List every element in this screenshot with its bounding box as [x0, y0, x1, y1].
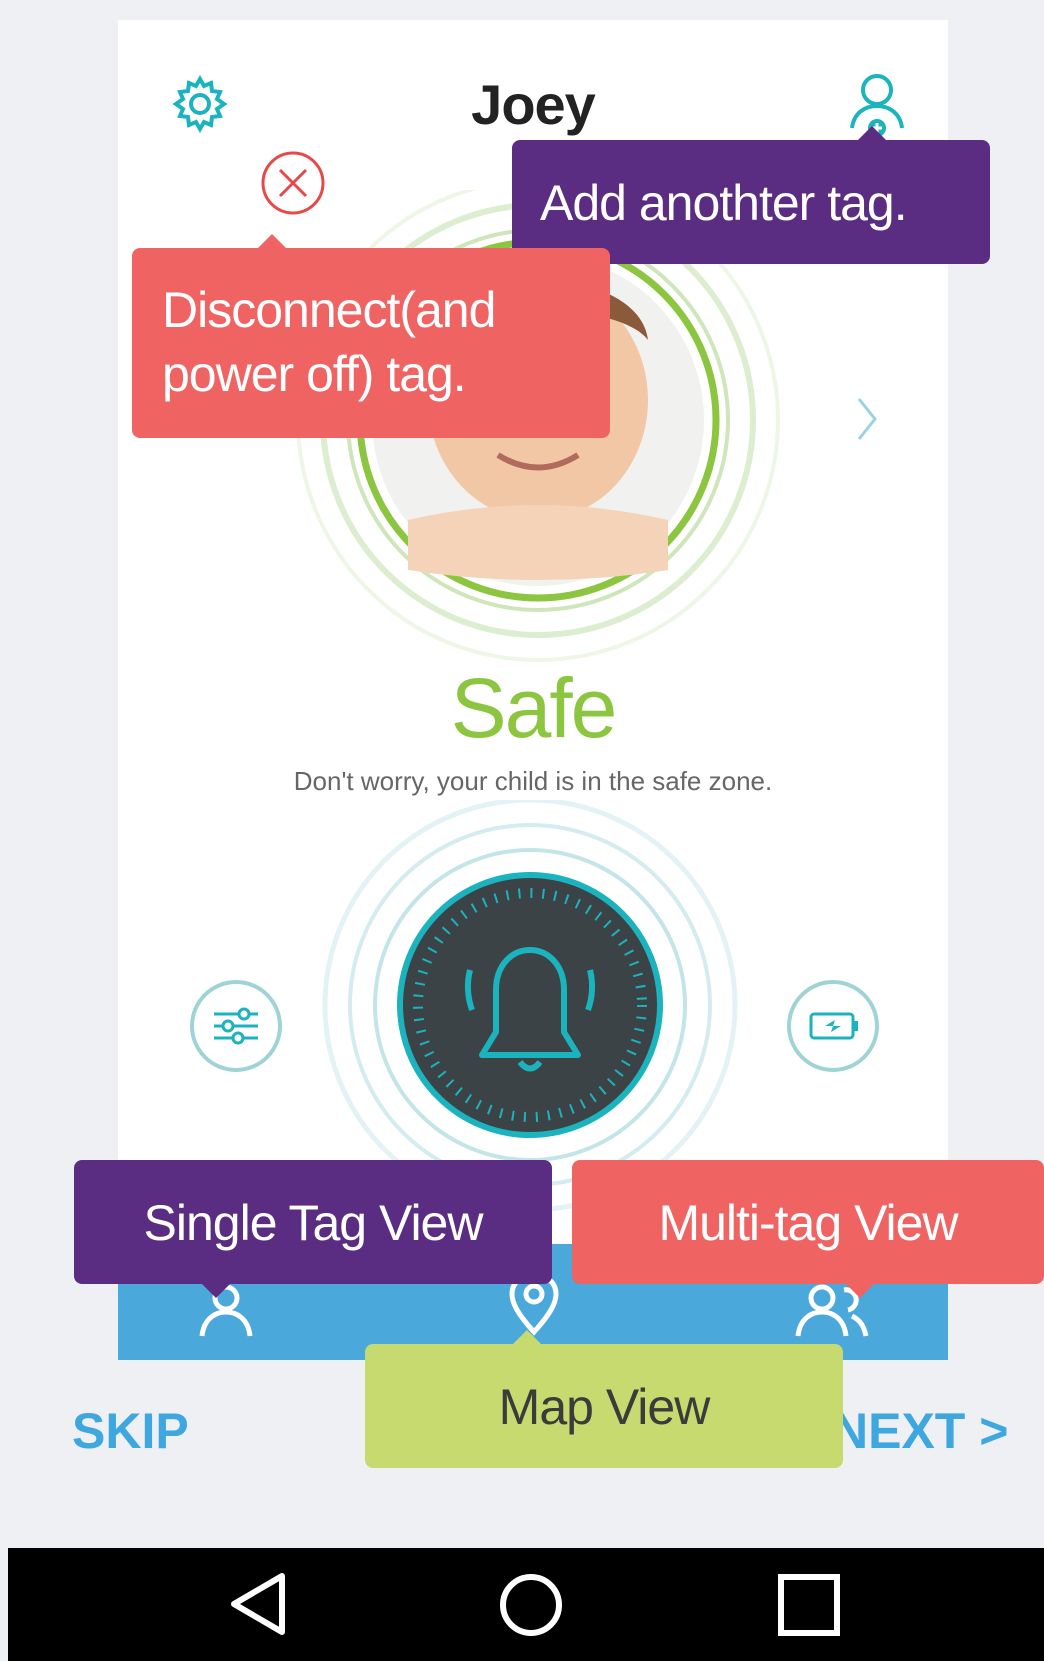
alarm-button[interactable] — [320, 797, 740, 1220]
tooltip-single-tag-text: Single Tag View — [143, 1195, 484, 1251]
status-message: Don't worry, your child is in the safe z… — [293, 766, 773, 796]
settings-sliders-button[interactable] — [190, 980, 282, 1072]
tooltip-disconnect: Disconnect(and power off) tag. — [132, 234, 610, 438]
back-icon[interactable] — [226, 1570, 290, 1638]
home-icon[interactable] — [498, 1572, 564, 1638]
system-nav-bar — [8, 1548, 1044, 1661]
chevron-right-icon[interactable] — [855, 395, 879, 443]
battery-button[interactable] — [787, 980, 879, 1072]
tooltip-map-view-text: Map View — [498, 1379, 711, 1435]
recents-icon[interactable] — [776, 1572, 842, 1638]
tooltip-add-tag-text: Add anothter tag. — [540, 175, 908, 231]
tooltip-disconnect-line1: Disconnect(and — [162, 282, 496, 338]
next-button[interactable]: NEXT > — [832, 1402, 1008, 1460]
tooltip-disconnect-line2: power off) tag. — [162, 346, 467, 402]
tooltip-add-tag: Add anothter tag. — [512, 126, 990, 264]
tooltip-multi-tag: Multi-tag View — [572, 1160, 1044, 1298]
page-title: Joey — [471, 73, 596, 136]
tooltip-single-tag: Single Tag View — [74, 1160, 552, 1298]
battery-icon — [809, 1012, 858, 1040]
status-label: Safe — [450, 661, 618, 755]
sliders-icon — [214, 1007, 258, 1045]
skip-button[interactable]: SKIP — [72, 1402, 189, 1460]
tooltip-multi-tag-text: Multi-tag View — [658, 1195, 958, 1251]
tooltip-map-view: Map View — [365, 1330, 843, 1468]
